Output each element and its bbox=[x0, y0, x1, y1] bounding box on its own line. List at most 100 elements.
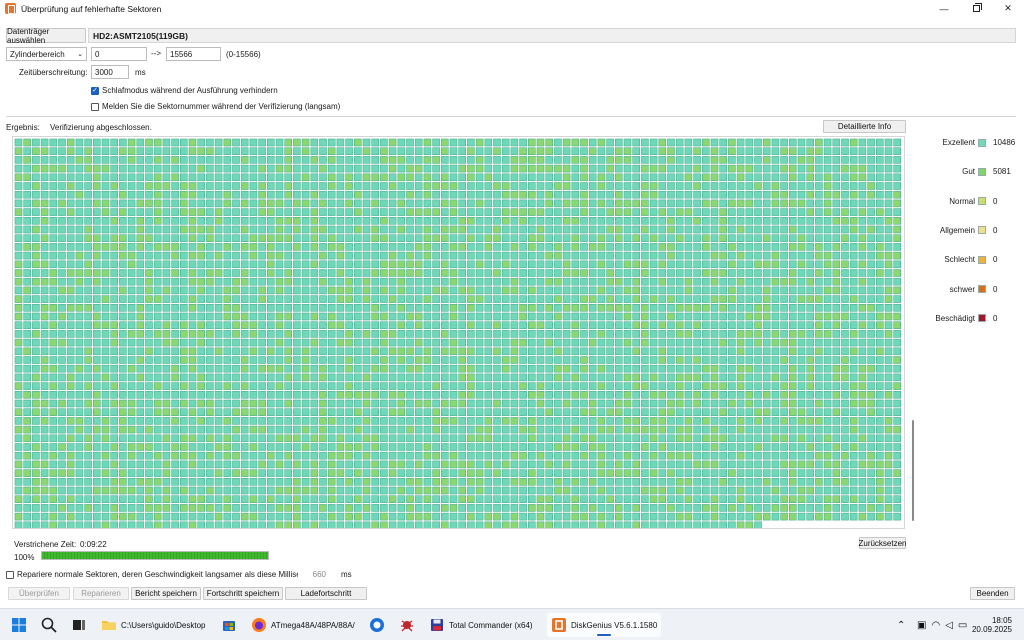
sector-cell bbox=[101, 512, 110, 521]
timeout-input[interactable]: 3000 bbox=[91, 65, 129, 79]
sector-cell bbox=[110, 399, 118, 408]
sector-cell bbox=[23, 243, 31, 251]
sector-cell bbox=[458, 425, 467, 434]
sector-cell bbox=[754, 234, 762, 242]
sector-cell bbox=[762, 338, 771, 347]
sector-cell bbox=[371, 338, 380, 347]
sector-cell bbox=[49, 182, 58, 190]
sector-cell bbox=[719, 521, 728, 530]
sector-cell bbox=[40, 312, 49, 321]
sector-cell bbox=[554, 312, 562, 321]
sector-cell bbox=[371, 460, 380, 469]
start-button[interactable] bbox=[11, 613, 27, 637]
sector-cell bbox=[806, 304, 815, 312]
repair-button[interactable]: Reparieren bbox=[73, 587, 129, 600]
clock[interactable]: 18:05 20.09.2025 bbox=[972, 613, 1012, 637]
report-option[interactable]: Melden Sie die Sektornummer während der … bbox=[91, 102, 340, 111]
sector-cell bbox=[658, 443, 667, 451]
sector-cell bbox=[153, 512, 162, 521]
sector-cell bbox=[58, 304, 66, 312]
sector-cell bbox=[145, 495, 153, 504]
taskbar-explorer[interactable]: C:\Users\guido\Desktop bbox=[101, 613, 213, 637]
grid-scrollbar[interactable] bbox=[912, 420, 914, 521]
sector-cell bbox=[641, 295, 649, 303]
sector-cell bbox=[745, 269, 754, 277]
sector-cell bbox=[710, 173, 719, 182]
sector-cell bbox=[284, 495, 293, 504]
sector-cell bbox=[884, 138, 893, 147]
sector-cell bbox=[649, 243, 658, 251]
sector-cell bbox=[310, 156, 319, 164]
sector-cell bbox=[675, 399, 684, 408]
sector-cell bbox=[275, 304, 284, 312]
sector-cell bbox=[223, 173, 232, 182]
sector-cell bbox=[571, 347, 580, 356]
sector-cell bbox=[884, 173, 893, 182]
report-checkbox[interactable] bbox=[91, 102, 99, 111]
sector-cell bbox=[171, 321, 179, 329]
sleep-option[interactable]: ✓ Schlafmodus während der Ausführung ver… bbox=[91, 86, 278, 95]
sector-cell bbox=[893, 164, 902, 173]
sector-cell bbox=[875, 217, 884, 225]
load-progress-button[interactable]: Ladefortschritt bbox=[285, 587, 367, 600]
sector-cell bbox=[380, 286, 388, 295]
select-disk-button[interactable]: Datenträger auswählen bbox=[6, 27, 86, 45]
range-start-input[interactable]: 0 bbox=[91, 47, 147, 61]
sector-cell bbox=[127, 225, 136, 234]
minimize-button[interactable]: — bbox=[928, 0, 960, 17]
sector-cell bbox=[658, 512, 667, 521]
close-button[interactable]: ✕ bbox=[992, 0, 1024, 17]
sector-cell bbox=[353, 147, 362, 155]
reset-button[interactable]: Zurücksetzen bbox=[858, 537, 907, 549]
range-type-select[interactable]: Zylinderbereich ⌄ bbox=[6, 47, 87, 61]
sector-cell bbox=[293, 173, 301, 182]
sector-cell bbox=[875, 156, 884, 164]
search-button[interactable] bbox=[41, 613, 57, 637]
sector-cell bbox=[658, 208, 667, 216]
sector-cell bbox=[606, 356, 614, 364]
sector-cell bbox=[475, 512, 484, 521]
save-progress-button[interactable]: Fortschritt speichern bbox=[203, 587, 283, 600]
taskbar-firefox[interactable]: ATmega48A/48PA/88A/ bbox=[251, 613, 361, 637]
sector-cell bbox=[58, 425, 66, 434]
repair-checkbox[interactable] bbox=[6, 570, 14, 579]
sector-cell bbox=[84, 269, 92, 277]
sector-cell bbox=[719, 251, 728, 260]
range-end-input[interactable]: 15566 bbox=[166, 47, 221, 61]
sector-cell bbox=[475, 451, 484, 460]
taskbar-app-red[interactable] bbox=[399, 613, 415, 637]
sector-cell bbox=[23, 451, 31, 460]
sector-cell bbox=[658, 182, 667, 190]
sector-cell bbox=[432, 234, 440, 242]
task-view-button[interactable] bbox=[71, 613, 87, 637]
details-button[interactable]: Detaillierte Info bbox=[823, 120, 906, 133]
tray-overflow-button[interactable]: ⌃ bbox=[897, 613, 905, 637]
sector-cell bbox=[345, 495, 353, 504]
repair-option[interactable]: Repariere normale Sektoren, deren Geschw… bbox=[6, 570, 335, 579]
sector-cell bbox=[571, 295, 580, 303]
check-button[interactable]: Überprüfen bbox=[8, 587, 70, 600]
taskbar-diskgenius[interactable]: DiskGenius V5.6.1.1580 bbox=[547, 613, 661, 637]
sleep-checkbox[interactable]: ✓ bbox=[91, 86, 99, 95]
restore-button[interactable] bbox=[960, 0, 992, 17]
sector-cell bbox=[588, 199, 597, 208]
sector-cell bbox=[345, 234, 353, 242]
sector-cell bbox=[632, 408, 641, 417]
sector-cell bbox=[815, 512, 823, 521]
sector-cell bbox=[171, 199, 179, 208]
sector-cell bbox=[301, 208, 310, 216]
repair-ms-input[interactable]: 660 bbox=[298, 567, 338, 581]
sector-cell bbox=[580, 269, 588, 277]
sector-cell bbox=[719, 182, 728, 190]
sector-cell bbox=[606, 417, 614, 425]
sector-cell bbox=[571, 469, 580, 477]
sector-cell bbox=[49, 286, 58, 295]
sector-cell bbox=[493, 338, 501, 347]
taskbar-total-commander[interactable]: Total Commander (x64) bbox=[429, 613, 541, 637]
exit-button[interactable]: Beenden bbox=[970, 587, 1015, 600]
save-report-button[interactable]: Bericht speichern bbox=[131, 587, 201, 600]
taskbar-app-blue[interactable] bbox=[369, 613, 385, 637]
sector-cell bbox=[353, 156, 362, 164]
tray-icons[interactable]: ▣ ◠ ◁ ▭ bbox=[917, 613, 967, 637]
taskbar-store[interactable] bbox=[221, 613, 237, 637]
